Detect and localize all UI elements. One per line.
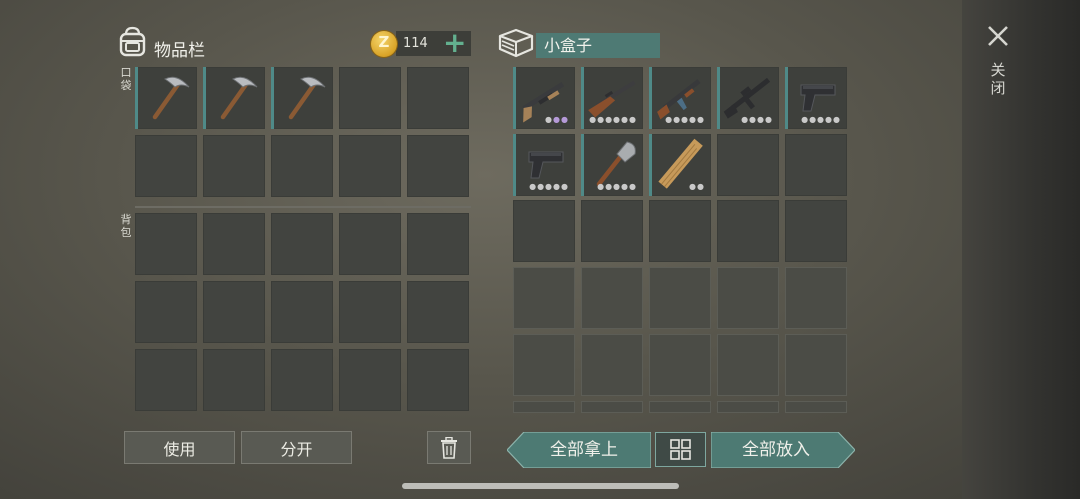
backpack-slot[interactable] (339, 213, 401, 275)
backpack-slot[interactable] (407, 349, 469, 411)
inventory-slot[interactable] (339, 67, 401, 129)
box-icon (498, 28, 534, 58)
durability-dots: ●● (689, 182, 705, 191)
backpack-slot[interactable] (135, 349, 197, 411)
sort-button[interactable] (655, 432, 706, 467)
container-slot[interactable] (649, 334, 711, 396)
container-slot[interactable] (785, 334, 847, 396)
use-button[interactable]: 使用 (124, 431, 235, 464)
container-slot[interactable] (717, 200, 779, 262)
backpack-slot[interactable] (339, 349, 401, 411)
container-slot[interactable] (581, 267, 643, 329)
inventory-title: 物品栏 (154, 41, 205, 61)
pickaxe-icon (288, 76, 326, 120)
container-slot-item[interactable]: ●●●●● (513, 134, 575, 196)
backpack-slot[interactable] (407, 213, 469, 275)
inventory-slot-item[interactable] (135, 67, 197, 129)
trash-icon (441, 436, 457, 459)
inventory-slot[interactable] (407, 135, 469, 197)
put-all-button[interactable]: 全部放入 (711, 432, 841, 468)
container-slot[interactable] (717, 401, 779, 413)
container-slot[interactable] (717, 134, 779, 196)
container-slot[interactable] (649, 200, 711, 262)
coin-count: 114 (403, 36, 428, 51)
grid-icon (670, 439, 691, 460)
container-name[interactable]: 小盒子 (536, 33, 660, 58)
close-label[interactable]: 关闭 (990, 61, 1006, 97)
durability-dots: ●●● (545, 115, 569, 124)
pickaxe-icon (220, 76, 258, 120)
add-coins-button[interactable]: + (443, 26, 466, 60)
backpack-slot[interactable] (203, 281, 265, 343)
container-slot[interactable] (581, 200, 643, 262)
coin-icon: Z (371, 31, 397, 57)
container-slot-item[interactable]: ●●●●● (785, 67, 847, 129)
container-slot[interactable] (785, 134, 847, 196)
container-slot[interactable] (717, 334, 779, 396)
container-slot[interactable] (581, 401, 643, 413)
inventory-slot[interactable] (135, 135, 197, 197)
container-slot-item[interactable]: ●● (649, 134, 711, 196)
pocket-label: 口袋 (120, 66, 132, 92)
container-slot[interactable] (717, 267, 779, 329)
container-slot-item[interactable]: ●●●●● (581, 134, 643, 196)
backpack-slot[interactable] (135, 281, 197, 343)
inventory-slot[interactable] (339, 135, 401, 197)
backpack-slot[interactable] (271, 213, 333, 275)
close-icon[interactable] (987, 25, 1009, 47)
backpack-slot[interactable] (407, 281, 469, 343)
container-slot[interactable] (513, 334, 575, 396)
container-slot[interactable] (785, 401, 847, 413)
backpack-slot[interactable] (203, 213, 265, 275)
backpack-slot[interactable] (271, 349, 333, 411)
backpack-label: 背包 (120, 213, 132, 239)
backpack-slot[interactable] (135, 213, 197, 275)
container-slot-item[interactable]: ●●● (513, 67, 575, 129)
container-slot-item[interactable]: ●●●●● (649, 67, 711, 129)
container-slot[interactable] (785, 267, 847, 329)
durability-dots: ●●●● (741, 115, 773, 124)
container-slot[interactable] (513, 200, 575, 262)
inventory-slot[interactable] (407, 67, 469, 129)
container-slot-item[interactable]: ●●●● (717, 67, 779, 129)
container-slot[interactable] (785, 200, 847, 262)
take-all-button[interactable]: 全部拿上 (524, 432, 644, 468)
backpack-icon (119, 26, 146, 57)
container-slot[interactable] (513, 267, 575, 329)
side-panel (962, 0, 1080, 499)
section-divider (135, 206, 471, 208)
container-slot[interactable] (581, 334, 643, 396)
durability-dots: ●●●●● (665, 115, 705, 124)
durability-dots: ●●●●●● (589, 115, 637, 124)
inventory-slot-item[interactable] (271, 67, 333, 129)
split-button[interactable]: 分开 (241, 431, 352, 464)
container-slot-item[interactable]: ●●●●●● (581, 67, 643, 129)
backpack-slot[interactable] (203, 349, 265, 411)
pickaxe-icon (152, 76, 190, 120)
container-slot[interactable] (649, 267, 711, 329)
inventory-slot[interactable] (271, 135, 333, 197)
container-slot[interactable] (513, 401, 575, 413)
backpack-slot[interactable] (339, 281, 401, 343)
durability-dots: ●●●●● (597, 182, 637, 191)
container-slot[interactable] (649, 401, 711, 413)
durability-dots: ●●●●● (801, 115, 841, 124)
trash-button[interactable] (427, 431, 471, 464)
home-indicator (402, 483, 679, 489)
inventory-slot-item[interactable] (203, 67, 265, 129)
inventory-slot[interactable] (203, 135, 265, 197)
durability-dots: ●●●●● (529, 182, 569, 191)
backpack-slot[interactable] (271, 281, 333, 343)
